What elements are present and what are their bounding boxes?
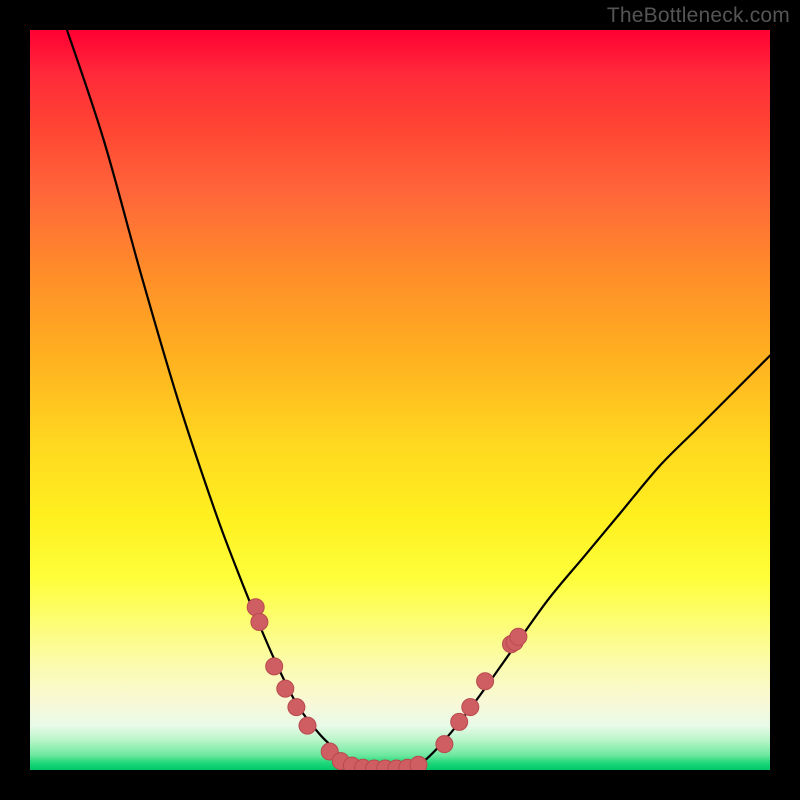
bottleneck-curve-svg — [30, 30, 770, 770]
curve-marker — [510, 628, 527, 645]
curve-marker — [462, 699, 479, 716]
curve-marker — [477, 673, 494, 690]
watermark-text: TheBottleneck.com — [607, 4, 790, 28]
curve-marker — [251, 614, 268, 631]
curve-marker — [288, 699, 305, 716]
chart-frame: TheBottleneck.com — [0, 0, 800, 800]
curve-markers — [247, 599, 527, 770]
curve-marker — [266, 658, 283, 675]
curve-marker — [247, 599, 264, 616]
plot-area — [30, 30, 770, 770]
curve-marker — [410, 756, 427, 770]
curve-marker — [299, 717, 316, 734]
curve-marker — [436, 736, 453, 753]
curve-marker — [451, 713, 468, 730]
bottleneck-curve-path — [67, 30, 770, 770]
curve-marker — [277, 680, 294, 697]
